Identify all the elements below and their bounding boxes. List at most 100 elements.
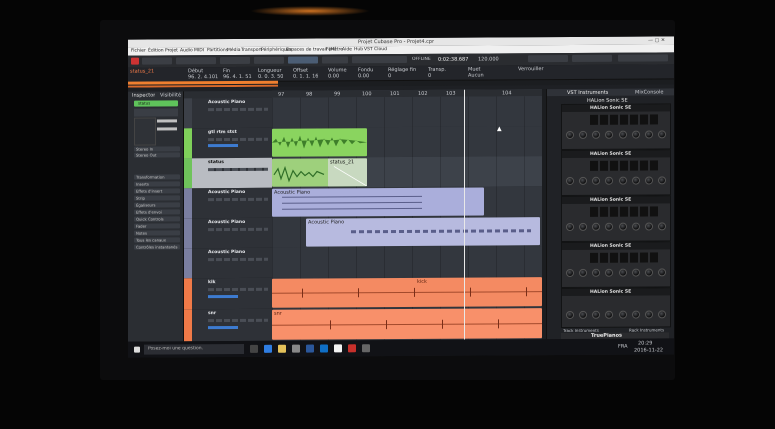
inspector-section-8[interactable]: Quick Controls bbox=[134, 216, 180, 222]
menu-partitions[interactable]: Partitions bbox=[207, 48, 228, 53]
audio-event-snr[interactable]: snr bbox=[272, 308, 542, 340]
knob-icon[interactable] bbox=[618, 176, 627, 185]
track-monitor-button[interactable] bbox=[208, 143, 238, 148]
inspector-section-12[interactable]: Contrôles instantanés bbox=[134, 244, 180, 250]
menu-midi[interactable]: MIDI bbox=[194, 48, 204, 53]
knob-icon[interactable] bbox=[631, 130, 640, 139]
track-controls[interactable] bbox=[208, 318, 268, 323]
menu-aide[interactable]: Aide bbox=[342, 47, 352, 52]
marker-group[interactable] bbox=[528, 54, 568, 63]
track-controls[interactable] bbox=[208, 137, 268, 142]
lane-0[interactable] bbox=[272, 96, 542, 129]
app-icon[interactable] bbox=[292, 344, 300, 353]
inspector-section-0[interactable]: Stereo In bbox=[134, 146, 180, 152]
tab-mixconsole[interactable]: MixConsole bbox=[635, 89, 664, 95]
knob-icon[interactable] bbox=[644, 268, 653, 277]
knob-icon[interactable] bbox=[644, 130, 653, 139]
knob-icon[interactable] bbox=[592, 268, 601, 277]
info-value-8[interactable]: Aucun bbox=[468, 72, 484, 78]
info-value-2[interactable]: 0. 0. 3. 50 bbox=[258, 74, 283, 80]
inspector-section-1[interactable]: Stereo Out bbox=[134, 152, 180, 158]
menu-projet[interactable]: Projet bbox=[165, 48, 178, 53]
file-explorer-icon[interactable] bbox=[278, 344, 286, 353]
knob-icon[interactable] bbox=[579, 176, 588, 185]
knob-icon[interactable] bbox=[657, 268, 666, 277]
track-controls[interactable] bbox=[208, 197, 268, 202]
info-value-6[interactable]: 0 bbox=[388, 73, 391, 79]
outlook-icon[interactable] bbox=[320, 344, 328, 353]
track-controls[interactable] bbox=[208, 257, 268, 262]
track-monitor-button[interactable] bbox=[208, 294, 238, 299]
info-value-1[interactable]: 96. 4. 1. 51 bbox=[223, 74, 252, 80]
inspector-volume-area[interactable] bbox=[134, 117, 156, 146]
track-controls[interactable] bbox=[208, 287, 268, 292]
inspector-section-10[interactable]: Notes bbox=[134, 230, 180, 236]
knob-icon[interactable] bbox=[631, 268, 640, 277]
lane-5[interactable] bbox=[272, 246, 542, 279]
knob-icon[interactable] bbox=[579, 310, 588, 319]
tab-vst-instruments[interactable]: VST Instruments bbox=[567, 90, 608, 96]
knob-icon[interactable] bbox=[592, 310, 601, 319]
inspector-section-2[interactable]: Transformation bbox=[134, 174, 180, 180]
midi-event-piano-1[interactable]: Acoustic Piano bbox=[272, 187, 484, 217]
quick-controls[interactable] bbox=[566, 130, 666, 140]
knob-icon[interactable] bbox=[644, 176, 653, 185]
info-value-0[interactable]: 96. 2. 4.101 bbox=[188, 74, 218, 80]
track-controls[interactable] bbox=[208, 167, 268, 172]
quick-controls[interactable] bbox=[566, 268, 666, 278]
project-window[interactable]: 97 98 99 100 101 102 103 104 status_21 A… bbox=[272, 89, 542, 341]
quick-controls[interactable] bbox=[566, 176, 666, 186]
track-controls[interactable] bbox=[208, 107, 268, 112]
project-cursor[interactable] bbox=[464, 89, 465, 340]
transport-buttons[interactable] bbox=[352, 55, 407, 64]
search-box[interactable]: Posez-moi une question. bbox=[144, 343, 244, 355]
word-icon[interactable] bbox=[306, 344, 314, 353]
app-icon-2[interactable] bbox=[362, 344, 370, 353]
knob-icon[interactable] bbox=[631, 176, 640, 185]
windows-start-icon[interactable] bbox=[134, 346, 140, 353]
knob-icon[interactable] bbox=[618, 222, 627, 231]
inspector-section-6[interactable]: Égaliseurs bbox=[134, 202, 180, 208]
inspector-track-header[interactable]: status bbox=[134, 100, 178, 107]
knob-icon[interactable] bbox=[657, 130, 666, 139]
menu-fenetre[interactable]: Fenêtre bbox=[326, 47, 343, 52]
track-controls[interactable] bbox=[208, 227, 268, 232]
knob-icon[interactable] bbox=[566, 268, 574, 277]
track-3[interactable]: Acoustic Piano bbox=[184, 187, 272, 220]
info-value-4[interactable]: 0.00 bbox=[328, 73, 339, 79]
knob-icon[interactable] bbox=[605, 222, 614, 231]
info-value-3[interactable]: 0. 1. 1. 16 bbox=[293, 74, 318, 80]
window-controls[interactable]: — ▢ ✕ bbox=[648, 37, 665, 43]
snap-group[interactable] bbox=[254, 56, 284, 64]
knob-icon[interactable] bbox=[631, 310, 640, 319]
knob-icon[interactable] bbox=[618, 310, 627, 319]
vst-slot-5[interactable]: HALion Sonic SE bbox=[561, 287, 671, 329]
inspector-tab[interactable]: Inspector bbox=[132, 93, 155, 99]
knob-icon[interactable] bbox=[618, 130, 627, 139]
knob-icon[interactable] bbox=[579, 222, 588, 231]
knob-icon[interactable] bbox=[605, 310, 614, 319]
audio-event-kick[interactable]: kick bbox=[272, 277, 542, 308]
track-2[interactable]: status bbox=[184, 157, 272, 190]
info-value-5[interactable]: 0.00 bbox=[358, 73, 369, 79]
menu-vst-cloud[interactable]: VST Cloud bbox=[364, 47, 387, 52]
quick-controls[interactable] bbox=[566, 310, 666, 320]
knob-icon[interactable] bbox=[657, 222, 666, 231]
knob-icon[interactable] bbox=[579, 268, 588, 277]
cubase-icon[interactable] bbox=[348, 344, 356, 353]
knob-icon[interactable] bbox=[566, 130, 574, 139]
menu-hub[interactable]: Hub bbox=[354, 47, 363, 52]
knob-icon[interactable] bbox=[657, 176, 666, 185]
midi-event-piano-2[interactable]: Acoustic Piano bbox=[306, 217, 540, 247]
menu-audio[interactable]: Audio bbox=[180, 48, 193, 53]
knob-icon[interactable] bbox=[579, 130, 588, 139]
track-6[interactable]: kik bbox=[184, 277, 272, 311]
track-1[interactable]: gtl rtm stst bbox=[184, 127, 272, 160]
knob-icon[interactable] bbox=[631, 222, 640, 231]
knob-icon[interactable] bbox=[644, 222, 653, 231]
zoom-group[interactable] bbox=[572, 54, 612, 62]
menu-fichier[interactable]: Fichier bbox=[131, 49, 146, 54]
vst-slot-1[interactable]: HALion Sonic SE bbox=[561, 103, 671, 151]
tool-group[interactable] bbox=[220, 56, 250, 65]
automation-mode-button[interactable] bbox=[142, 57, 172, 65]
